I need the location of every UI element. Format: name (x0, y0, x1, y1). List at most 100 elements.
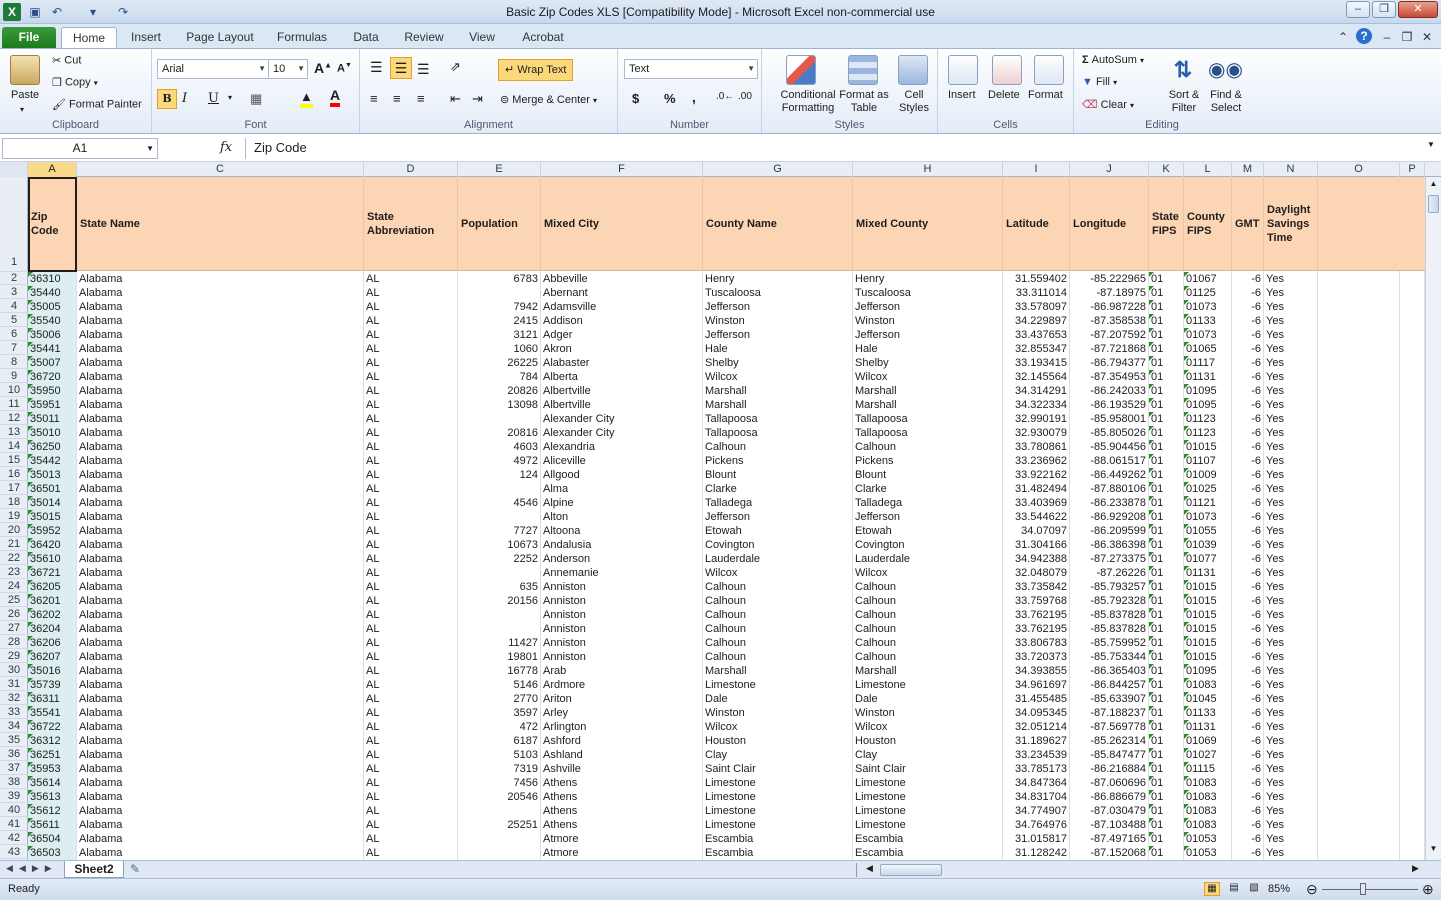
cell-lat[interactable]: 34.095345 (1005, 706, 1069, 720)
cell-lat[interactable]: 31.304166 (1005, 538, 1069, 552)
row-header[interactable]: 23 (0, 565, 28, 579)
cell-zip[interactable]: 35440 (28, 286, 76, 300)
cell-dst[interactable]: Yes (1266, 762, 1317, 776)
cell-pop[interactable]: 26225 (460, 356, 540, 370)
cell-city[interactable]: Anniston (543, 594, 702, 608)
cell-lat[interactable]: 33.720373 (1005, 650, 1069, 664)
cell-lat[interactable]: 34.831704 (1005, 790, 1069, 804)
column-header-o[interactable]: O (1318, 162, 1400, 177)
cell-lat[interactable]: 31.455485 (1005, 692, 1069, 706)
cell-pop[interactable]: 4603 (460, 440, 540, 454)
cell-zip[interactable]: 35006 (28, 328, 76, 342)
cell-abbr[interactable]: AL (366, 482, 457, 496)
cell-gmt[interactable]: -6 (1234, 440, 1263, 454)
header-daylight-savings[interactable]: Daylight Savings Time (1264, 177, 1318, 271)
cell-city[interactable]: Alma (543, 482, 702, 496)
row-header[interactable]: 32 (0, 691, 28, 705)
page-break-view-icon[interactable]: ▧ (1246, 882, 1262, 896)
column-header-g[interactable]: G (703, 162, 853, 177)
cell-pop[interactable]: 19801 (460, 650, 540, 664)
cell-gmt[interactable]: -6 (1234, 650, 1263, 664)
row-header[interactable]: 1 (0, 177, 28, 272)
cell-state[interactable]: Alabama (79, 594, 363, 608)
cell-lng[interactable]: -86.386398 (1072, 538, 1148, 552)
cell-city[interactable]: Ashville (543, 762, 702, 776)
cell-dst[interactable]: Yes (1266, 552, 1317, 566)
cell-abbr[interactable]: AL (366, 720, 457, 734)
cell-abbr[interactable]: AL (366, 342, 457, 356)
cell-pop[interactable]: 6783 (460, 272, 540, 286)
cell-mcounty[interactable]: Tallapoosa (855, 426, 1002, 440)
cell-zip[interactable]: 35442 (28, 454, 76, 468)
cell-lat[interactable]: 34.393855 (1005, 664, 1069, 678)
cell-county[interactable]: Limestone (705, 818, 852, 832)
cell-zip[interactable]: 36250 (28, 440, 76, 454)
cell-county[interactable]: Lauderdale (705, 552, 852, 566)
cell-county[interactable]: Jefferson (705, 328, 852, 342)
column-header-i[interactable]: I (1003, 162, 1070, 177)
cell-lng[interactable]: -88.061517 (1072, 454, 1148, 468)
cell-abbr[interactable]: AL (366, 454, 457, 468)
cell-gmt[interactable]: -6 (1234, 454, 1263, 468)
cell-zip[interactable]: 36420 (28, 538, 76, 552)
cell-abbr[interactable]: AL (366, 580, 457, 594)
cell-lat[interactable]: 33.236962 (1005, 454, 1069, 468)
row-header[interactable]: 5 (0, 313, 28, 327)
cell-dst[interactable]: Yes (1266, 790, 1317, 804)
cell-dst[interactable]: Yes (1266, 328, 1317, 342)
cell-county[interactable]: Jefferson (705, 510, 852, 524)
cell-cfips[interactable]: 01053 (1186, 832, 1231, 846)
cell-sfips[interactable]: 01 (1151, 832, 1183, 846)
cell-gmt[interactable]: -6 (1234, 426, 1263, 440)
cell-cfips[interactable]: 01067 (1186, 272, 1231, 286)
cell-zip[interactable]: 35013 (28, 468, 76, 482)
cell-dst[interactable]: Yes (1266, 286, 1317, 300)
cell-abbr[interactable]: AL (366, 608, 457, 622)
borders-icon[interactable]: ▦ (250, 91, 262, 107)
font-size-combo[interactable]: 10 ▼ (268, 59, 308, 79)
cell-pop[interactable]: 4972 (460, 454, 540, 468)
cell-sfips[interactable]: 01 (1151, 524, 1183, 538)
page-layout-view-icon[interactable]: ▤ (1226, 882, 1242, 896)
row-header[interactable]: 31 (0, 677, 28, 691)
cell-gmt[interactable]: -6 (1234, 314, 1263, 328)
cell-gmt[interactable]: -6 (1234, 286, 1263, 300)
row-header[interactable]: 7 (0, 341, 28, 355)
cell-pop[interactable]: 25251 (460, 818, 540, 832)
cell-lng[interactable]: -86.209599 (1072, 524, 1148, 538)
cell-city[interactable]: Alexandria (543, 440, 702, 454)
bold-button[interactable]: B (157, 89, 177, 109)
cell-zip[interactable]: 36721 (28, 566, 76, 580)
cell-cfips[interactable]: 01131 (1186, 370, 1231, 384)
decrease-decimal-icon[interactable]: .00 (738, 91, 752, 102)
align-bottom-icon[interactable]: ☰ (417, 61, 430, 78)
cell-dst[interactable]: Yes (1266, 538, 1317, 552)
cell-lat[interactable]: 31.189627 (1005, 734, 1069, 748)
restore-button[interactable]: ❐ (1372, 1, 1396, 18)
cell-cfips[interactable]: 01015 (1186, 440, 1231, 454)
cell-lat[interactable]: 33.544622 (1005, 510, 1069, 524)
tab-insert[interactable]: Insert (122, 27, 170, 48)
cell-pop[interactable]: 13098 (460, 398, 540, 412)
zoom-out-icon[interactable]: ⊖ (1306, 881, 1318, 898)
cell-zip[interactable]: 36204 (28, 622, 76, 636)
zoom-in-icon[interactable]: ⊕ (1422, 881, 1434, 898)
cell-zip[interactable]: 36201 (28, 594, 76, 608)
cell-pop[interactable]: 7942 (460, 300, 540, 314)
cell-cfips[interactable]: 01133 (1186, 706, 1231, 720)
cell-pop[interactable] (460, 832, 540, 846)
column-header-e[interactable]: E (458, 162, 541, 177)
cell-city[interactable]: Ashland (543, 748, 702, 762)
column-header-f[interactable]: F (541, 162, 703, 177)
cell-abbr[interactable]: AL (366, 804, 457, 818)
cell-lat[interactable]: 31.128242 (1005, 846, 1069, 860)
cell-state[interactable]: Alabama (79, 580, 363, 594)
cell-sfips[interactable]: 01 (1151, 650, 1183, 664)
cell-lng[interactable]: -86.216884 (1072, 762, 1148, 776)
cell-state[interactable]: Alabama (79, 636, 363, 650)
cell-lat[interactable]: 32.145564 (1005, 370, 1069, 384)
cell-cfips[interactable]: 01083 (1186, 776, 1231, 790)
cell-cfips[interactable]: 01115 (1186, 762, 1231, 776)
cell-lng[interactable]: -87.207592 (1072, 328, 1148, 342)
cell-mcounty[interactable]: Wilcox (855, 720, 1002, 734)
